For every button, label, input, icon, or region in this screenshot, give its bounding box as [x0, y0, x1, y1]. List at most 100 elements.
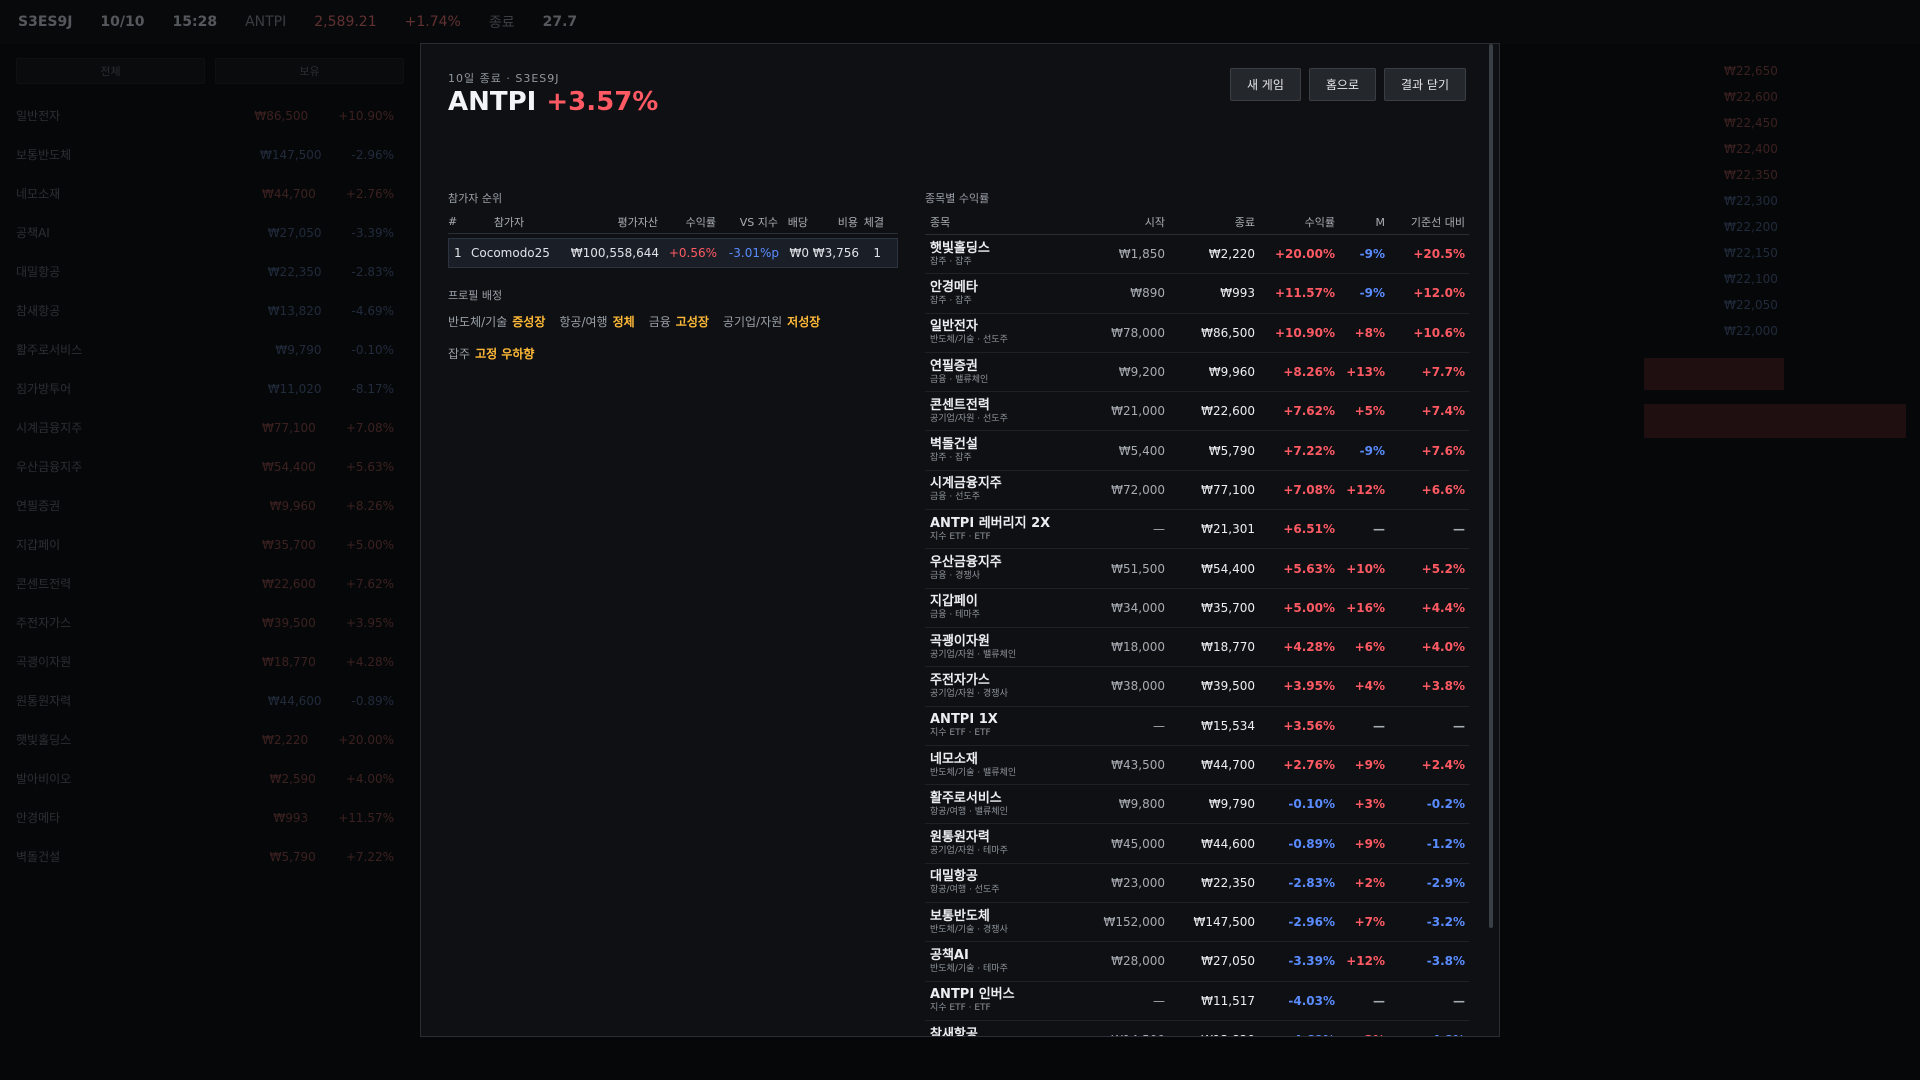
stock-m: +2%: [1354, 875, 1385, 890]
start-price: ₩45,000: [1111, 836, 1165, 851]
home-button[interactable]: 홈으로: [1308, 68, 1377, 101]
stock-vs-baseline: +12.0%: [1413, 286, 1465, 301]
stock-vs-baseline: +2.4%: [1421, 758, 1465, 772]
stock-tag: 금융 · 선도주: [930, 492, 980, 503]
profile-value: 고정 우하향: [475, 347, 535, 361]
stock-tag: 반도체/기술 · 밸류체인: [930, 767, 1017, 778]
stock-m: +12%: [1346, 482, 1385, 497]
index-title: ANTPI: [448, 87, 537, 117]
modal-subtitle: 10일 종료 · S3ES9J: [448, 72, 560, 85]
new-game-button[interactable]: 새 게임: [1229, 68, 1301, 101]
end-price: ₩44,700: [1201, 758, 1255, 772]
stock-return: +3.56%: [1283, 718, 1335, 733]
stock-return: -0.10%: [1288, 797, 1335, 812]
start-price: ₩152,000: [1103, 915, 1166, 930]
col-asset: 평가자산: [617, 215, 658, 229]
end-price: ₩86,500: [1201, 325, 1255, 340]
stock-name: 네모소재: [930, 751, 978, 767]
stock-name: 대밀항공: [930, 869, 978, 885]
stock-return: +7.22%: [1283, 443, 1335, 458]
returns-row: 곡괭이자원 공기업/자원 · 밸류체인 ₩18,000 ₩18,770 +4.28% +6…: [925, 628, 1469, 668]
stock-name: 일반전자: [930, 319, 978, 335]
index-final-change: +3.57%: [546, 87, 659, 117]
stock-m: —: [1373, 522, 1385, 537]
stock-return: +4.28%: [1283, 640, 1335, 655]
ranking-row: 1 Cocomodo25 ₩100,558,644 +0.56% -3.01%p…: [448, 238, 898, 268]
stock-vs-baseline: +5.2%: [1421, 561, 1465, 576]
stock-cell: 시계금융지주 금융 · 선도주: [925, 476, 1075, 503]
returns-row: 원통원자력 공기업/자원 · 테마주 ₩45,000 ₩44,600 -0.89% +9%…: [925, 824, 1469, 864]
returns-header: 종목 시작 종료 수익률 M 기준선 대비: [925, 210, 1469, 235]
stock-return: +20.00%: [1274, 247, 1335, 262]
stock-vs-baseline: -3.8%: [1426, 954, 1465, 969]
end-price: ₩22,350: [1201, 875, 1255, 890]
stock-cell: ANTPI 레버리지 2X 지수 ETF · ETF: [925, 516, 1075, 543]
stock-name: 원통원자력: [930, 830, 990, 846]
profile-sector: 금융: [648, 315, 671, 329]
profile-sector: 잡주: [448, 347, 471, 361]
stock-cell: 우산금융지주 금융 · 경쟁사: [925, 555, 1075, 582]
result-modal: 10일 종료 · S3ES9J ANTPI +3.57% 새 게임 홈으로 결과…: [420, 43, 1500, 1037]
col-return: 수익률: [685, 215, 716, 229]
stock-return: +7.08%: [1283, 482, 1335, 497]
stock-vs-baseline: -4.8%: [1385, 1033, 1469, 1036]
stock-return: +5.00%: [1283, 600, 1335, 615]
start-price: ₩9,800: [1118, 797, 1165, 812]
stock-cell: 대밀항공 항공/여행 · 선도주: [925, 869, 1075, 896]
stock-m: +4%: [1354, 679, 1385, 694]
stock-tag: 항공/여행 · 밸류체인: [930, 806, 1008, 817]
participant-dividend: ₩0: [789, 246, 810, 260]
stock-m: -9%: [1359, 443, 1385, 458]
start-price: —: [1153, 718, 1165, 733]
stock-vs-baseline: +7.4%: [1421, 404, 1465, 419]
profile-sector: 항공/여행: [559, 315, 608, 329]
stock-tag: 공기업/자원 · 선도주: [930, 413, 1008, 424]
stock-vs-baseline: -0.2%: [1426, 797, 1465, 812]
end-price: ₩18,770: [1201, 640, 1255, 655]
stock-cell: 주전자가스 공기업/자원 · 경쟁사: [925, 673, 1075, 700]
end-price: ₩993: [1220, 286, 1255, 301]
stock-cell: ANTPI 인버스 지수 ETF · ETF: [925, 987, 1075, 1014]
col-end: 종료: [1234, 216, 1255, 229]
stock-name: 벽돌건설: [930, 437, 978, 453]
col-rank: #: [448, 215, 458, 228]
stock-return: -0.89%: [1288, 836, 1335, 851]
returns-row: 시계금융지주 금융 · 선도주 ₩72,000 ₩77,100 +7.08% +12% +6…: [925, 471, 1469, 511]
end-price: ₩5,790: [1208, 443, 1255, 458]
start-price: ₩18,000: [1111, 640, 1165, 655]
participant-fills: 1: [873, 246, 881, 260]
end-price: ₩2,220: [1208, 247, 1255, 262]
returns-row: 공책AI 반도체/기술 · 테마주 ₩28,000 ₩27,050 -3.39% +12%…: [925, 942, 1469, 982]
stock-tag: 잡주 · 잡주: [930, 453, 972, 464]
modal-scrollbar[interactable]: [1489, 44, 1493, 928]
returns-row: ANTPI 1X 지수 ETF · ETF — ₩15,534 +3.56% — —: [925, 707, 1469, 746]
stock-vs-baseline: +6.6%: [1421, 482, 1465, 497]
profile-label: 프로필 배정: [448, 289, 503, 302]
stock-tag: 공기업/자원 · 밸류체인: [930, 649, 1017, 660]
returns-row: 네모소재 반도체/기술 · 밸류체인 ₩43,500 ₩44,700 +2.76% +9%…: [925, 746, 1469, 786]
end-price: ₩13,820: [1165, 1033, 1255, 1036]
stock-m: +13%: [1346, 365, 1385, 380]
start-price: ₩9,200: [1118, 365, 1165, 380]
start-price: ₩34,000: [1111, 600, 1165, 615]
start-price: ₩890: [1130, 286, 1165, 301]
stock-vs-baseline: +7.7%: [1421, 365, 1465, 380]
stock-vs-baseline: +7.6%: [1421, 443, 1465, 458]
returns-row: 참새항공항공/여행 · 경쟁사₩14,500₩13,820-4.69%+2%-4…: [925, 1021, 1469, 1036]
col-return: 수익률: [1304, 216, 1335, 229]
close-results-button[interactable]: 결과 닫기: [1384, 68, 1466, 101]
stock-m: -9%: [1359, 247, 1385, 262]
returns-row: 벽돌건설 잡주 · 잡주 ₩5,400 ₩5,790 +7.22% -9% +7.6%: [925, 431, 1469, 471]
stock-m: +10%: [1346, 561, 1385, 576]
stock-name: 지갑페이: [930, 594, 978, 610]
profile-item: 반도체/기술 증성장: [448, 313, 545, 330]
returns-label: 종목별 수익률: [925, 192, 990, 205]
start-price: ₩14,500: [1075, 1033, 1165, 1036]
stock-return: -2.96%: [1288, 915, 1335, 930]
stock-vs-baseline: —: [1453, 993, 1465, 1008]
stock-name: 시계금융지주: [930, 476, 1002, 492]
stock-name: 우산금융지주: [930, 555, 1002, 571]
stock-return: +3.95%: [1283, 679, 1335, 694]
stock-cell: 벽돌건설 잡주 · 잡주: [925, 437, 1075, 464]
returns-row: 대밀항공 항공/여행 · 선도주 ₩23,000 ₩22,350 -2.83% +2% -2…: [925, 864, 1469, 904]
